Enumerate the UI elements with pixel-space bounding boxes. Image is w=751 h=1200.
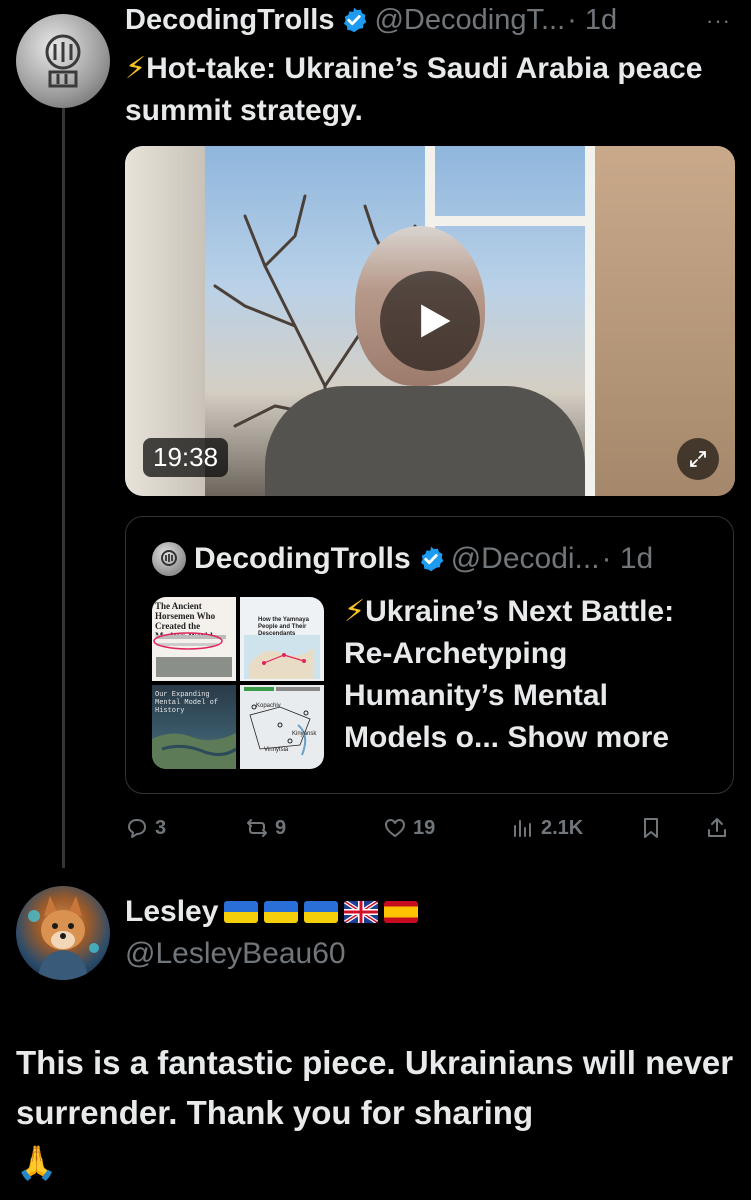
reply-author-handle[interactable]: @LesleyBeau60	[125, 937, 346, 971]
logo-icon	[45, 34, 81, 88]
quoted-post-text: ⚡Ukraine’s Next Battle: Re-Archetyping H…	[344, 591, 719, 759]
uk-flag-icon	[344, 901, 379, 923]
expand-video-button[interactable]	[677, 438, 719, 480]
dog-avatar-icon	[28, 896, 99, 980]
quoted-image-4[interactable]: Kopachiv Kinyansk Vinnytsia	[240, 685, 324, 769]
reply-author[interactable]: Lesley	[125, 895, 419, 929]
play-icon	[421, 304, 451, 338]
post-time[interactable]: · 1d	[567, 4, 617, 37]
like-button[interactable]: 19	[383, 806, 435, 850]
view-count: 2.1K	[541, 816, 584, 839]
quoted-image-grid[interactable]: The Ancient Horsemen Who Created the Mod…	[152, 597, 324, 769]
logo-icon	[161, 550, 177, 566]
quoted-author-name: DecodingTrolls	[194, 542, 411, 575]
share-button[interactable]	[705, 806, 735, 850]
reply-text: This is a fantastic piece. Ukrainians wi…	[16, 1038, 736, 1188]
post-text: ⚡Hot-take: Ukraine’s Saudi Arabia peace …	[125, 48, 725, 132]
ukraine-flag-icon	[264, 901, 299, 923]
quoted-post-card[interactable]: DecodingTrolls @Decodi... · 1d The Ancie…	[125, 516, 734, 794]
play-button[interactable]	[380, 271, 480, 371]
quoted-image-3-title: Our Expanding Mental Model of History	[155, 691, 219, 715]
video-player[interactable]: 19:38	[125, 146, 735, 496]
author-handle[interactable]: @DecodingT...	[374, 4, 565, 37]
spain-flag-icon	[384, 901, 419, 923]
video-frame-window-bar	[425, 216, 595, 226]
quoted-post-text-body: Ukraine’s Next Battle: Re-Archetyping Hu…	[344, 595, 675, 754]
like-count: 19	[413, 816, 436, 839]
quoted-author-avatar	[152, 542, 186, 576]
verified-badge-icon	[344, 7, 367, 33]
video-duration: 19:38	[143, 438, 229, 477]
quoted-author-handle: @Decodi...	[450, 542, 600, 575]
video-frame-right-wall	[595, 146, 735, 496]
quoted-image-1-graphic	[153, 632, 232, 677]
reply-button[interactable]: 3	[125, 806, 166, 850]
post-header: DecodingTrolls @DecodingT... · 1d	[125, 2, 725, 38]
quoted-image-4-map	[244, 687, 320, 756]
views-button[interactable]: 2.1K	[511, 806, 583, 850]
lesley-avatar[interactable]	[16, 886, 110, 980]
thread-connector-line	[62, 108, 65, 868]
quoted-image-2-map	[244, 635, 320, 679]
reply-text-body: This is a fantastic piece. Ukrainians wi…	[16, 1044, 734, 1131]
verified-badge-icon	[420, 546, 444, 572]
bookmark-button[interactable]	[639, 806, 669, 850]
post-action-bar: 3 9 19 2.1K	[125, 806, 735, 850]
quoted-image-4-place-3: Kinyansk	[292, 731, 317, 737]
heart-icon	[385, 819, 405, 837]
share-icon	[708, 818, 726, 837]
post-text-body: Hot-take: Ukraine’s Saudi Arabia peace s…	[125, 52, 703, 127]
lightning-emoji: ⚡	[125, 52, 147, 85]
ukraine-flag-icon	[304, 901, 339, 923]
lightning-emoji: ⚡	[344, 595, 366, 628]
bookmark-icon	[644, 818, 658, 838]
reply-icon	[128, 819, 146, 838]
decodingtrolls-avatar[interactable]	[16, 14, 110, 108]
quoted-post-header: DecodingTrolls @Decodi... · 1d	[152, 539, 727, 579]
ukraine-flag-icon	[224, 901, 259, 923]
quoted-image-1[interactable]: The Ancient Horsemen Who Created the Mod…	[152, 597, 236, 681]
quoted-image-4-place-2: Vinnytsia	[264, 747, 289, 753]
analytics-icon	[514, 820, 531, 837]
author-name[interactable]: DecodingTrolls	[125, 4, 334, 37]
reply-author-name: Lesley	[125, 895, 219, 928]
more-options-button[interactable]: ···	[706, 8, 731, 34]
quoted-image-4-place-1: Kopachiv	[256, 703, 281, 709]
quoted-image-3[interactable]: Our Expanding Mental Model of History	[152, 685, 236, 769]
video-frame-person-body	[265, 386, 585, 496]
repost-icon	[247, 819, 267, 837]
expand-icon	[690, 451, 706, 467]
quoted-image-3-map	[152, 733, 236, 769]
reply-count: 3	[155, 816, 167, 839]
quoted-post-time: · 1d	[601, 542, 654, 575]
folded-hands-emoji: 🙏	[16, 1144, 58, 1181]
repost-count: 9	[275, 816, 287, 839]
quoted-image-2[interactable]: How the Yamnaya People and Their Descend…	[240, 597, 324, 681]
repost-button[interactable]: 9	[245, 806, 286, 850]
